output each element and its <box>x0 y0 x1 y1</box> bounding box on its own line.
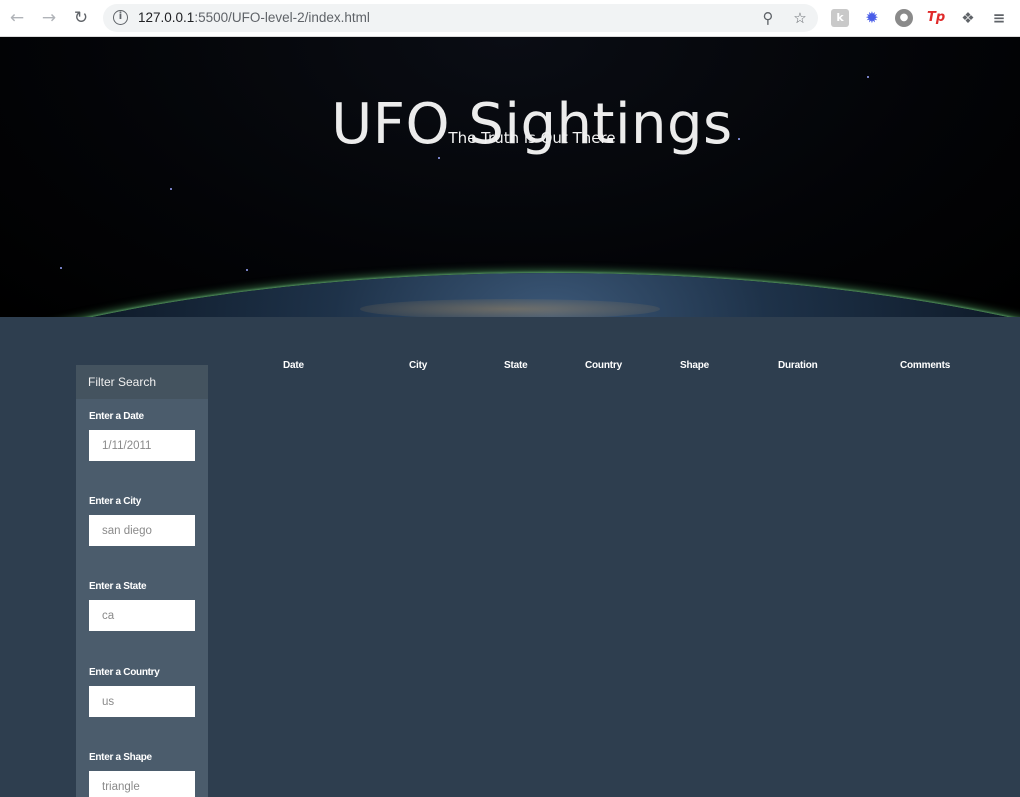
results-table-header: Date City State Country Shape Duration C… <box>222 360 1012 376</box>
column-header-comments[interactable]: Comments <box>900 360 950 371</box>
shape-filter-label: Enter a Shape <box>89 752 152 763</box>
column-header-state[interactable]: State <box>504 360 528 371</box>
extension-tp-icon[interactable]: Tp <box>927 9 945 27</box>
city-filter-label: Enter a City <box>89 496 141 507</box>
shape-filter: Enter a Shape <box>89 752 195 797</box>
city-input[interactable] <box>89 515 195 546</box>
bookmark-star-icon[interactable]: ☆ <box>790 8 810 28</box>
column-header-city[interactable]: City <box>409 360 427 371</box>
date-filter: Enter a Date <box>89 411 195 461</box>
filter-heading: Filter Search <box>76 365 208 399</box>
page-subtitle: The Truth is Out There <box>448 129 616 147</box>
extensions-puzzle-icon[interactable]: ❖ <box>959 9 977 27</box>
forward-arrow-icon[interactable]: → <box>38 7 60 29</box>
country-input[interactable] <box>89 686 195 717</box>
star-dot <box>246 269 248 271</box>
hero-banner: UFO Sightings The Truth is Out There <box>0 37 1020 317</box>
state-filter: Enter a State <box>89 581 195 631</box>
url-text[interactable]: 127.0.0.1:5500/UFO-level-2/index.html <box>138 4 370 32</box>
back-arrow-icon[interactable]: ← <box>6 7 28 29</box>
star-dot <box>170 188 172 190</box>
star-dot <box>60 267 62 269</box>
column-header-country[interactable]: Country <box>585 360 622 371</box>
site-info-icon[interactable]: i <box>113 10 128 25</box>
city-lights-image <box>360 299 660 317</box>
column-header-shape[interactable]: Shape <box>680 360 709 371</box>
shape-input[interactable] <box>89 771 195 797</box>
star-dot <box>867 76 869 78</box>
star-dot <box>438 157 440 159</box>
date-input[interactable] <box>89 430 195 461</box>
column-header-date[interactable]: Date <box>283 360 304 371</box>
extension-circle-icon[interactable]: ● <box>895 9 913 27</box>
state-input[interactable] <box>89 600 195 631</box>
country-filter-label: Enter a Country <box>89 667 160 678</box>
page-title: UFO Sightings <box>331 92 733 157</box>
extension-k-icon[interactable]: k <box>831 9 849 27</box>
media-queue-icon[interactable]: ≡ <box>990 9 1008 27</box>
date-filter-label: Enter a Date <box>89 411 144 422</box>
address-bar[interactable]: i 127.0.0.1:5500/UFO-level-2/index.html … <box>103 4 818 32</box>
extension-flower-icon[interactable]: ✹ <box>863 9 881 27</box>
filter-panel: Filter Search Enter a Date Enter a City … <box>76 365 208 797</box>
state-filter-label: Enter a State <box>89 581 147 592</box>
zoom-icon[interactable]: ⚲ <box>758 8 778 28</box>
browser-toolbar: ← → ↻ i 127.0.0.1:5500/UFO-level-2/index… <box>0 0 1020 37</box>
reload-icon[interactable]: ↻ <box>70 7 92 29</box>
city-filter: Enter a City <box>89 496 195 546</box>
column-header-duration[interactable]: Duration <box>778 360 818 371</box>
country-filter: Enter a Country <box>89 667 195 717</box>
